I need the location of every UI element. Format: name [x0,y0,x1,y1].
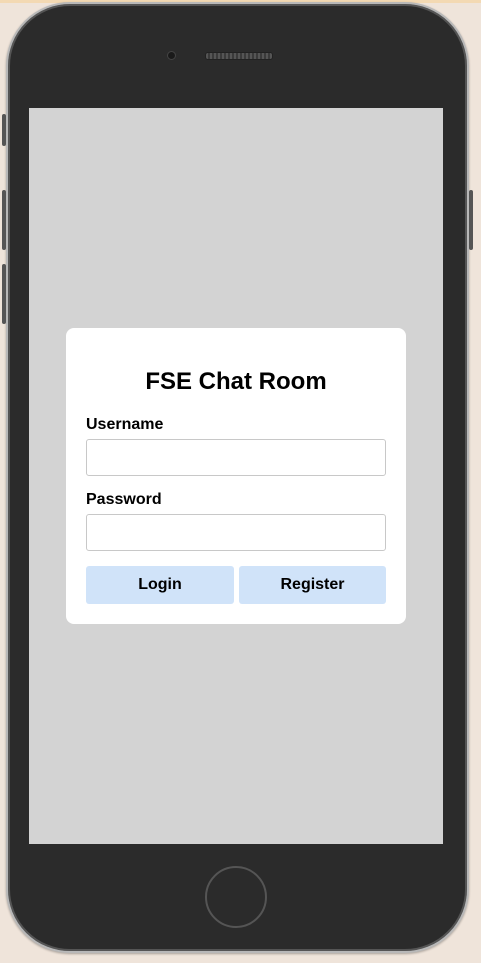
speaker-grille [205,52,273,60]
page-title: FSE Chat Room [145,368,327,395]
home-button[interactable] [205,866,267,928]
login-button[interactable]: Login [86,566,234,604]
mute-switch [2,114,6,146]
power-button [469,190,473,250]
register-button[interactable]: Register [239,566,386,604]
login-card: FSE Chat Room Username Password Login Re… [66,328,406,624]
password-label: Password [86,491,162,508]
username-input[interactable] [86,439,386,476]
password-input[interactable] [86,514,386,551]
volume-down-button [2,264,6,324]
username-label: Username [86,416,164,433]
volume-up-button [2,190,6,250]
camera-icon [167,51,176,60]
